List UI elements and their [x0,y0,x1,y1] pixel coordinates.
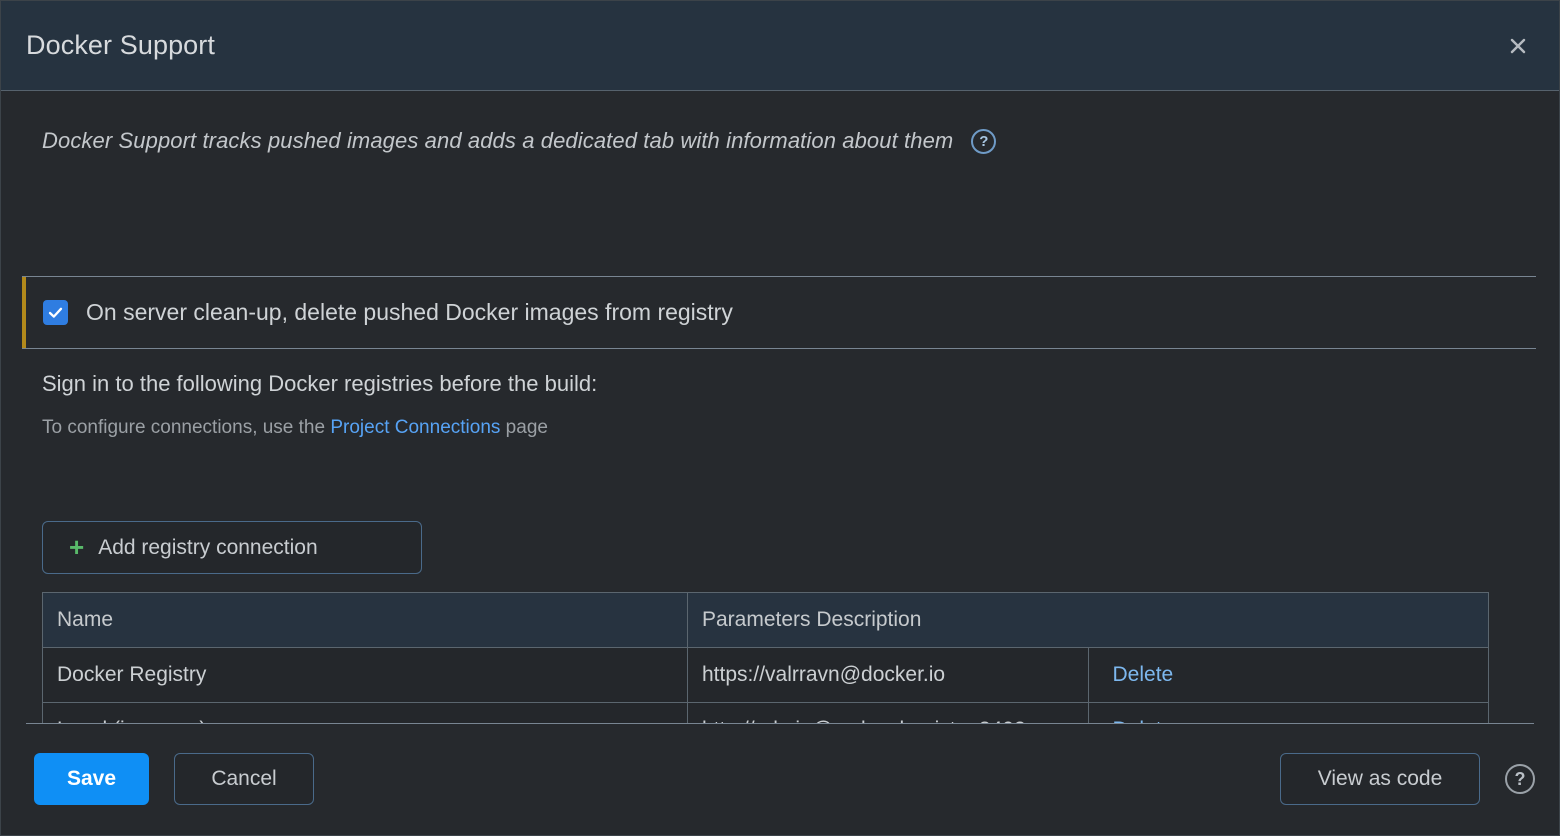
modified-marker [22,277,26,348]
delete-link[interactable]: Delete [1103,663,1174,686]
plus-icon: + [69,531,85,562]
cleanup-option-section: On server clean-up, delete pushed Docker… [22,276,1536,349]
signin-subtext-suffix: page [500,417,548,438]
docker-support-dialog: Docker Support Docker Support tracks pus… [0,0,1560,836]
add-registry-connection-button[interactable]: + Add registry connection [42,521,422,574]
description-row: Docker Support tracks pushed images and … [1,91,1559,154]
cleanup-checkbox-label[interactable]: On server clean-up, delete pushed Docker… [86,299,733,326]
add-registry-connection-label: Add registry connection [98,535,318,559]
table-header-row: Name Parameters Description [42,592,1489,648]
cell-action: Delete [1087,647,1489,703]
signin-heading: Sign in to the following Docker registri… [42,371,598,396]
view-as-code-button[interactable]: View as code [1280,753,1480,805]
project-connections-link[interactable]: Project Connections [330,417,500,438]
save-button[interactable]: Save [34,753,149,805]
cell-params: https://valrravn@docker.io [687,647,1089,703]
help-circle-icon[interactable]: ? [971,128,997,154]
table-row: Local (insecure) http://admin@mylocalreg… [42,702,1489,723]
close-icon[interactable] [1501,29,1535,63]
cell-action: Delete [1087,702,1489,723]
table-row: Docker Registry https://valrravn@docker.… [42,647,1489,703]
cell-name: Local (insecure) [42,702,688,723]
signin-block: Sign in to the following Docker registri… [42,371,802,446]
cell-name: Docker Registry [42,647,688,703]
column-header-name: Name [42,592,688,648]
dialog-body: Docker Support tracks pushed images and … [1,91,1559,723]
signin-subtext: To configure connections, use the Projec… [42,409,652,446]
description-text: Docker Support tracks pushed images and … [42,128,954,153]
signin-subtext-prefix: To configure connections, use the [42,417,331,438]
column-header-params: Parameters Description [687,592,1489,648]
dialog-titlebar: Docker Support [1,1,1559,91]
help-circle-icon[interactable]: ? [1505,764,1535,794]
dialog-title: Docker Support [26,30,215,60]
cell-params: http://admin@mylocalregistry:8402 [687,702,1089,723]
registry-connections-table: Name Parameters Description Docker Regis… [42,592,1489,723]
dialog-footer: Save Cancel View as code ? [1,723,1559,835]
cancel-button[interactable]: Cancel [174,753,314,805]
cleanup-checkbox[interactable] [43,300,68,325]
